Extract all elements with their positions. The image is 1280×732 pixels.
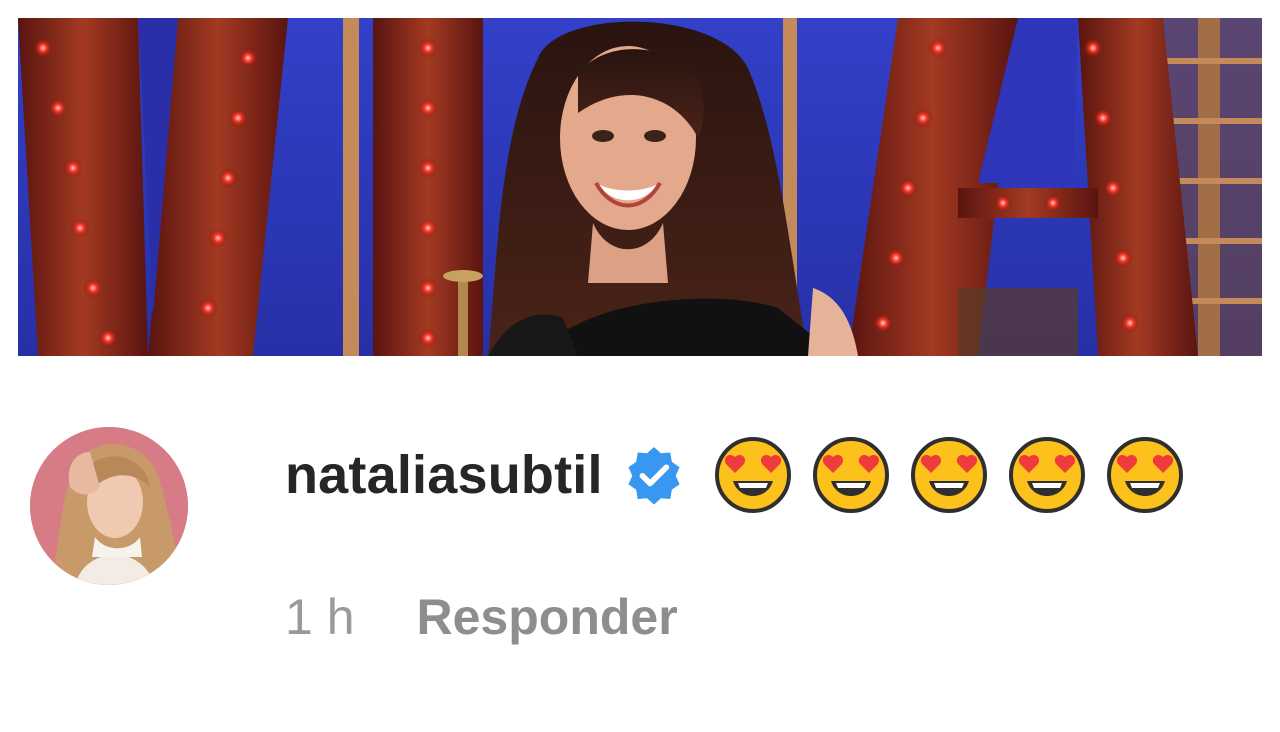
comment-timestamp: 1 h: [285, 589, 355, 645]
heart-eyes-emoji-icon: [812, 437, 889, 513]
avatar-photo-icon: [30, 427, 188, 585]
emoji-group: [713, 435, 1185, 515]
comment-line: nataliasubtil: [285, 430, 1185, 520]
username[interactable]: nataliasubtil: [285, 444, 603, 506]
verified-badge-icon: [628, 447, 680, 505]
reply-button[interactable]: Responder: [417, 588, 678, 646]
comment-meta: 1 h Responder: [285, 588, 678, 646]
avatar[interactable]: [30, 427, 188, 585]
comment: nataliasubtil 1 h Responder: [0, 0, 1280, 732]
heart-eyes-emoji-icon: [714, 437, 791, 513]
heart-eyes-emoji-icon: [910, 437, 987, 513]
heart-eyes-emoji-icon: [1008, 437, 1085, 513]
heart-eyes-emoji-icon: [1106, 437, 1183, 513]
